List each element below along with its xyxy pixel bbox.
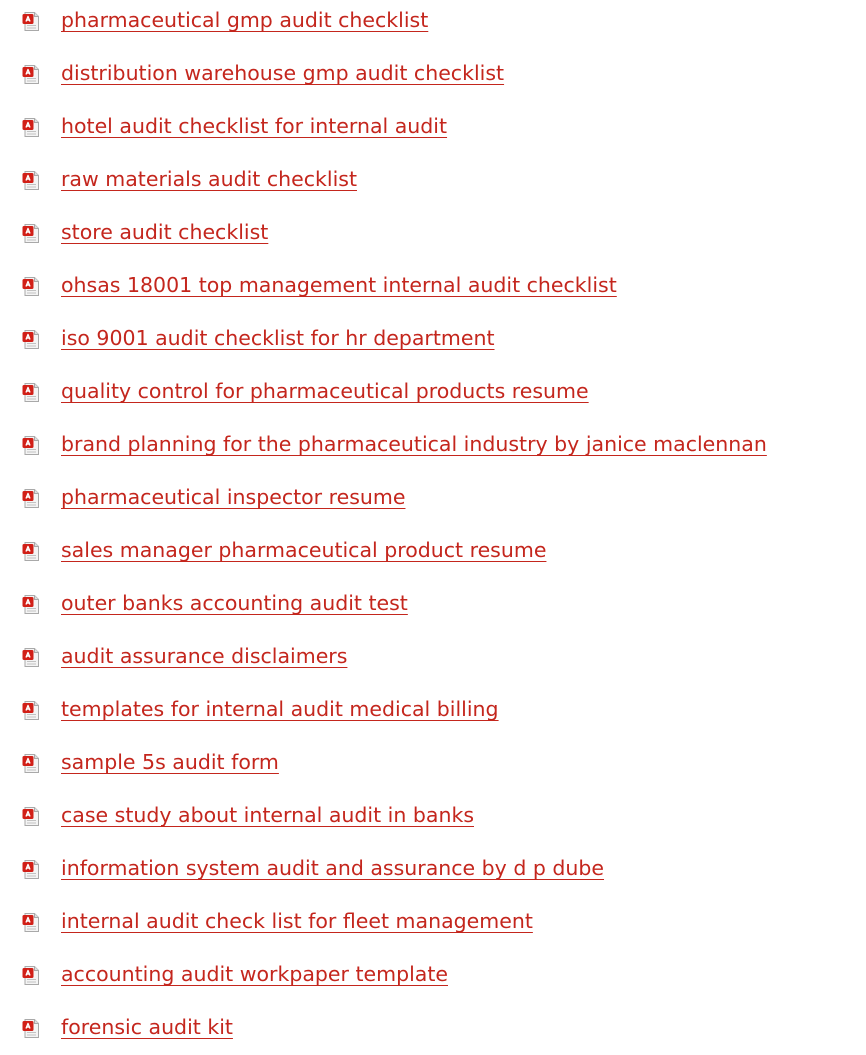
list-item: iso 9001 audit checklist for hr departme… (0, 313, 866, 366)
list-item: audit assurance disclaimers (0, 631, 866, 684)
pdf-link[interactable]: quality control for pharmaceutical produ… (61, 376, 589, 406)
list-item: outer banks accounting audit test (0, 578, 866, 631)
pdf-icon (22, 648, 39, 667)
pdf-link[interactable]: information system audit and assurance b… (61, 853, 604, 883)
pdf-link[interactable]: case study about internal audit in banks (61, 800, 474, 830)
pdf-link[interactable]: audit assurance disclaimers (61, 641, 347, 671)
pdf-icon (22, 436, 39, 455)
pdf-icon (22, 754, 39, 773)
pdf-icon (22, 224, 39, 243)
pdf-icon (22, 542, 39, 561)
pdf-link[interactable]: ohsas 18001 top management internal audi… (61, 270, 617, 300)
pdf-link[interactable]: internal audit check list for fleet mana… (61, 906, 533, 936)
list-item: information system audit and assurance b… (0, 843, 866, 896)
pdf-icon (22, 860, 39, 879)
list-item: ohsas 18001 top management internal audi… (0, 260, 866, 313)
list-item: store audit checklist (0, 207, 866, 260)
pdf-link[interactable]: raw materials audit checklist (61, 164, 357, 194)
pdf-link[interactable]: forensic audit kit (61, 1012, 233, 1042)
list-item: sample 5s audit form (0, 737, 866, 790)
list-item: forensic audit kit (0, 1002, 866, 1055)
list-item: case study about internal audit in banks (0, 790, 866, 843)
list-item: pharmaceutical inspector resume (0, 472, 866, 525)
pdf-icon (22, 966, 39, 985)
pdf-icon (22, 330, 39, 349)
list-item: brand planning for the pharmaceutical in… (0, 419, 866, 472)
list-item: sales manager pharmaceutical product res… (0, 525, 866, 578)
pdf-icon (22, 12, 39, 31)
pdf-link[interactable]: pharmaceutical inspector resume (61, 482, 405, 512)
list-item: accounting audit workpaper template (0, 949, 866, 1002)
pdf-link[interactable]: distribution warehouse gmp audit checkli… (61, 58, 504, 88)
pdf-link[interactable]: outer banks accounting audit test (61, 588, 408, 618)
pdf-icon (22, 277, 39, 296)
pdf-icon (22, 171, 39, 190)
pdf-icon (22, 913, 39, 932)
pdf-link[interactable]: sales manager pharmaceutical product res… (61, 535, 546, 565)
list-item: hotel audit checklist for internal audit (0, 101, 866, 154)
list-item: raw materials audit checklist (0, 154, 866, 207)
pdf-link-list: pharmaceutical gmp audit checklist distr… (0, 0, 866, 1055)
list-item: templates for internal audit medical bil… (0, 684, 866, 737)
pdf-link[interactable]: templates for internal audit medical bil… (61, 694, 499, 724)
pdf-icon (22, 701, 39, 720)
pdf-icon (22, 807, 39, 826)
pdf-link[interactable]: sample 5s audit form (61, 747, 279, 777)
pdf-icon (22, 383, 39, 402)
pdf-link[interactable]: iso 9001 audit checklist for hr departme… (61, 323, 495, 353)
pdf-icon (22, 118, 39, 137)
pdf-icon (22, 1019, 39, 1038)
list-item: internal audit check list for fleet mana… (0, 896, 866, 949)
pdf-link[interactable]: brand planning for the pharmaceutical in… (61, 429, 767, 459)
pdf-link[interactable]: accounting audit workpaper template (61, 959, 448, 989)
list-item: quality control for pharmaceutical produ… (0, 366, 866, 419)
list-item: distribution warehouse gmp audit checkli… (0, 48, 866, 101)
pdf-icon (22, 65, 39, 84)
pdf-link[interactable]: hotel audit checklist for internal audit (61, 111, 447, 141)
list-item: pharmaceutical gmp audit checklist (0, 0, 866, 48)
pdf-link[interactable]: pharmaceutical gmp audit checklist (61, 5, 428, 35)
pdf-icon (22, 489, 39, 508)
pdf-link[interactable]: store audit checklist (61, 217, 268, 247)
pdf-icon (22, 595, 39, 614)
